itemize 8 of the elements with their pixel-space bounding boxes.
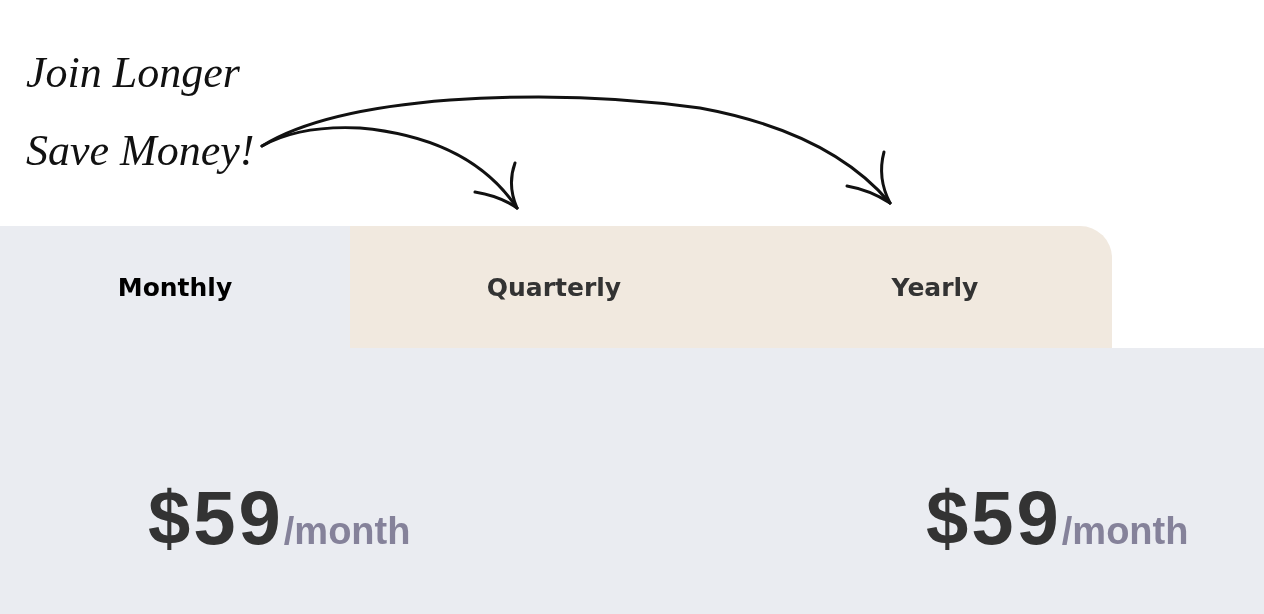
billing-tab[interactable]: Quarterly [350, 226, 758, 348]
price-amount: $59 [926, 480, 1062, 556]
handwritten-tagline: Join Longer Save Money! [26, 47, 255, 177]
price-period: /month [283, 510, 411, 553]
price-amount: $59 [148, 480, 284, 556]
billing-tab[interactable]: Yearly [758, 226, 1112, 348]
price-period: /month [1061, 510, 1189, 553]
billing-tab[interactable]: Monthly [0, 226, 350, 348]
